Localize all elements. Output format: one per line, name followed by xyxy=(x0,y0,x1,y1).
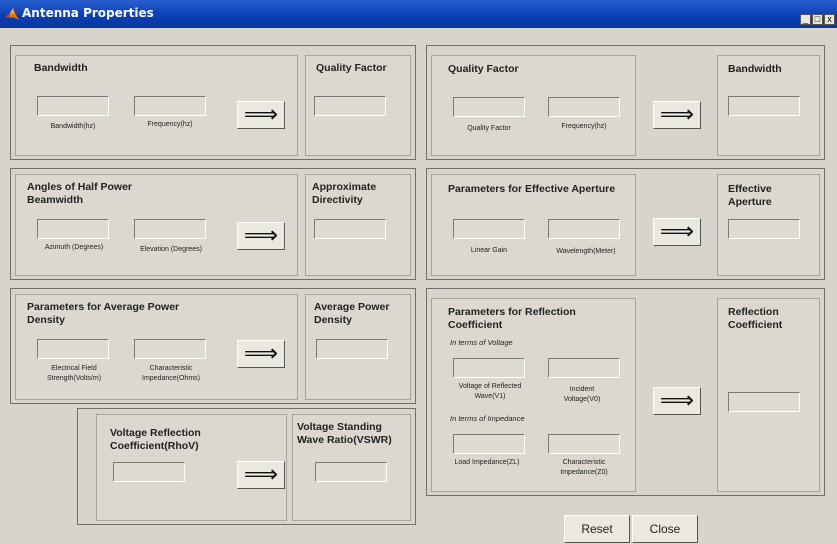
vswr-output xyxy=(315,462,387,482)
frequency-input[interactable] xyxy=(134,96,206,116)
directivity-output-group: Approximate Directivity xyxy=(305,174,411,276)
reflection-coefficient-panel: Parameters for Reflection Coefficient In… xyxy=(426,288,825,496)
directivity-panel: Angles of Half Power Beamwidth Azimuth (… xyxy=(10,168,416,280)
characteristic-impedance-input[interactable] xyxy=(548,434,620,454)
bandwidth-input-group: Bandwidth Bandwidth(hz) Frequency(hz) ⟹ xyxy=(15,55,298,156)
frequency-input-2[interactable] xyxy=(548,97,620,117)
elevation-input[interactable] xyxy=(134,219,206,239)
power-density-header: Parameters for Average Power Density xyxy=(27,301,180,326)
reflected-voltage-input[interactable] xyxy=(453,358,525,378)
power-density-input-group: Parameters for Average Power Density Ele… xyxy=(15,294,298,400)
compute-aperture-button[interactable]: ⟹ xyxy=(653,218,701,246)
compute-reflection-button[interactable]: ⟹ xyxy=(653,387,701,415)
compute-directivity-button[interactable]: ⟹ xyxy=(237,222,285,250)
linear-gain-label: Linear Gain xyxy=(470,247,508,254)
impedance-label: Characteristic Impedance(Ohms) xyxy=(142,365,200,382)
reflection-output-group: Reflection Coefficient xyxy=(717,298,820,492)
window-title: Antenna Properties xyxy=(22,6,154,20)
aperture-header: Parameters for Effective Aperture xyxy=(448,183,616,195)
rhov-input[interactable] xyxy=(113,462,185,482)
matlab-icon xyxy=(5,8,19,20)
beamwidth-header: Angles of Half Power Beamwidth xyxy=(27,181,133,206)
directivity-output xyxy=(314,219,386,239)
bandwidth-output-header: Bandwidth xyxy=(728,63,782,75)
voltage-terms-label: In terms of Voltage xyxy=(450,338,513,347)
frequency-label-2: Frequency(hz) xyxy=(561,123,607,130)
quality-factor-output-group: Quality Factor xyxy=(305,55,411,156)
quality-factor-header: Quality Factor xyxy=(448,63,519,75)
maximize-button[interactable]: □ xyxy=(812,14,823,25)
bandwidth-label: Bandwidth(hz) xyxy=(50,123,96,130)
aperture-input-group: Parameters for Effective Aperture Linear… xyxy=(431,174,636,276)
close-window-button[interactable]: x xyxy=(824,14,835,25)
linear-gain-input[interactable] xyxy=(453,219,525,239)
elevation-label: Elevation (Degrees) xyxy=(140,246,202,253)
reflection-input-group: Parameters for Reflection Coefficient In… xyxy=(431,298,636,492)
azimuth-input[interactable] xyxy=(37,219,109,239)
title-bar: Antenna Properties _ □ x xyxy=(0,0,837,28)
bandwidth-output xyxy=(728,96,800,116)
electric-field-label: Electrical Field Strength(Volts/m) xyxy=(46,365,102,382)
wavelength-label: Wavelength(Meter) xyxy=(556,248,616,255)
vswr-output-header: Voltage Standing Wave Ratio(VSWR) xyxy=(297,421,392,446)
minimize-button[interactable]: _ xyxy=(800,14,811,25)
power-density-output-header: Average Power Density xyxy=(314,301,390,326)
quality-to-bandwidth-panel: Quality Factor Quality Factor Frequency(… xyxy=(426,45,825,160)
vswr-panel: Voltage Reflection Coefficient(RhoV) ⟹ V… xyxy=(77,408,416,525)
bandwidth-output-group: Bandwidth xyxy=(717,55,820,156)
reflection-header: Parameters for Reflection Coefficient xyxy=(448,306,576,331)
quality-factor-output xyxy=(314,96,386,116)
electric-field-input[interactable] xyxy=(37,339,109,359)
antenna-properties-window: Antenna Properties _ □ x Bandwidth Bandw… xyxy=(0,0,837,544)
quality-factor-input[interactable] xyxy=(453,97,525,117)
reset-button[interactable]: Reset xyxy=(564,515,630,543)
aperture-output xyxy=(728,219,800,239)
beamwidth-input-group: Angles of Half Power Beamwidth Azimuth (… xyxy=(15,174,298,276)
compute-quality-factor-button[interactable]: ⟹ xyxy=(237,101,285,129)
effective-aperture-panel: Parameters for Effective Aperture Linear… xyxy=(426,168,825,280)
quality-factor-output-header: Quality Factor xyxy=(316,62,387,74)
aperture-output-header: Effective Aperture xyxy=(728,183,772,208)
compute-vswr-button[interactable]: ⟹ xyxy=(237,461,285,489)
impedance-terms-label: In terms of Impedance xyxy=(450,414,525,423)
bandwidth-input[interactable] xyxy=(37,96,109,116)
load-impedance-input[interactable] xyxy=(453,434,525,454)
compute-bandwidth-button[interactable]: ⟹ xyxy=(653,101,701,129)
power-density-output xyxy=(316,339,388,359)
quality-factor-label: Quality Factor xyxy=(467,125,511,132)
incident-voltage-label: Incident Voltage(V0) xyxy=(563,386,601,403)
directivity-output-header: Approximate Directivity xyxy=(312,181,377,206)
power-density-panel: Parameters for Average Power Density Ele… xyxy=(10,288,416,404)
load-impedance-label: Load Impedance(ZL) xyxy=(454,459,520,466)
azimuth-label: Azimuth (Degrees) xyxy=(44,244,104,251)
rhov-header: Voltage Reflection Coefficient(RhoV) xyxy=(110,427,201,452)
reflection-output-header: Reflection Coefficient xyxy=(728,306,783,331)
wavelength-input[interactable] xyxy=(548,219,620,239)
impedance-input[interactable] xyxy=(134,339,206,359)
compute-power-density-button[interactable]: ⟹ xyxy=(237,340,285,368)
vswr-output-group: Voltage Standing Wave Ratio(VSWR) xyxy=(292,414,411,521)
close-button[interactable]: Close xyxy=(632,515,698,543)
reflection-output xyxy=(728,392,800,412)
rhov-input-group: Voltage Reflection Coefficient(RhoV) ⟹ xyxy=(96,414,287,521)
aperture-output-group: Effective Aperture xyxy=(717,174,820,276)
frequency-label: Frequency(hz) xyxy=(147,121,193,128)
bandwidth-header: Bandwidth xyxy=(34,62,88,74)
power-density-output-group: Average Power Density xyxy=(305,294,411,400)
characteristic-impedance-label: Characteristic Impedance(Z0) xyxy=(560,459,608,476)
reflected-voltage-label: Voltage of Reflected Wave(V1) xyxy=(458,383,522,400)
incident-voltage-input[interactable] xyxy=(548,358,620,378)
bandwidth-to-quality-panel: Bandwidth Bandwidth(hz) Frequency(hz) ⟹ … xyxy=(10,45,416,160)
quality-factor-input-group: Quality Factor Quality Factor Frequency(… xyxy=(431,55,636,156)
